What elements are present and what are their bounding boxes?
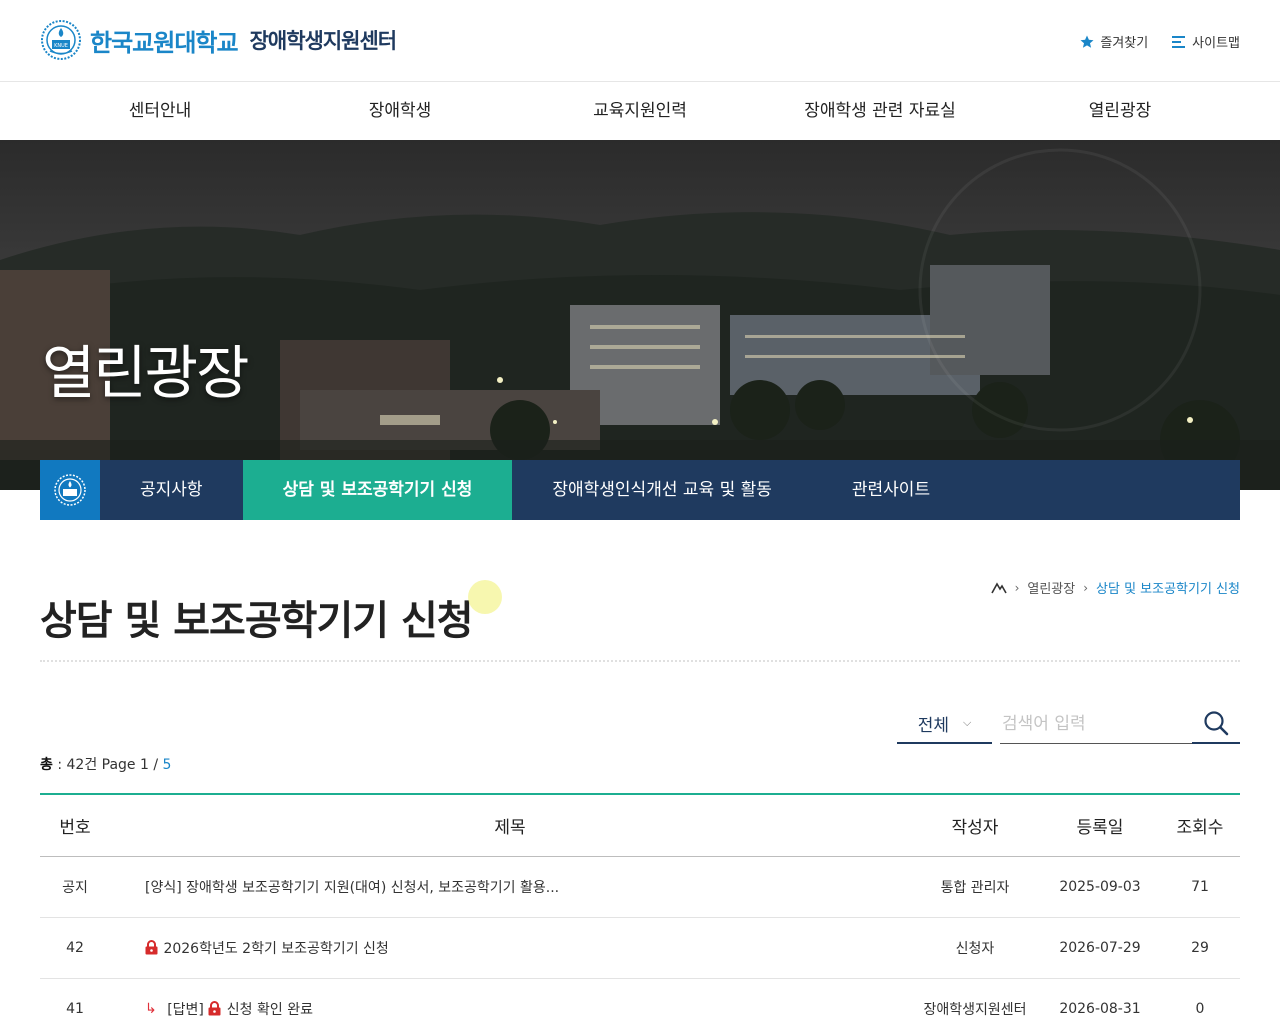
row-reply-prefix: [답변] bbox=[167, 1001, 204, 1018]
search-input[interactable] bbox=[1000, 704, 1192, 744]
total-pages: 5 bbox=[162, 757, 172, 773]
row-views: 0 bbox=[1160, 978, 1240, 1024]
breadcrumb-separator-icon: › bbox=[1014, 580, 1020, 595]
row-views: 71 bbox=[1160, 856, 1240, 918]
campus-night-image bbox=[0, 148, 1280, 490]
sitemap-label: 사이트맵 bbox=[1192, 36, 1240, 51]
header-date: 등록일 bbox=[1040, 794, 1160, 857]
emblem-text: KNUE bbox=[54, 43, 68, 49]
row-title: [양식] 장애학생 보조공학기기 지원(대여) 신청서, 보조공학기기 활용..… bbox=[145, 879, 560, 896]
gnb-item-open-plaza[interactable]: 열린광장 bbox=[1000, 82, 1240, 140]
row-views: 29 bbox=[1160, 917, 1240, 979]
utility-menu: 즐겨찾기 사이트맵 bbox=[1056, 32, 1240, 51]
search-bar: 전체 ⌵ bbox=[897, 704, 1240, 744]
subnav-home-button[interactable] bbox=[40, 460, 100, 520]
row-date: 2026-07-29 bbox=[1040, 917, 1160, 979]
page-title: 상담 및 보조공학기기 신청 bbox=[40, 598, 474, 644]
subnav-item-related-sites[interactable]: 관련사이트 bbox=[812, 460, 970, 520]
row-no: 공지 bbox=[40, 856, 110, 918]
header-views: 조회수 bbox=[1160, 794, 1240, 857]
subnav-item-counseling[interactable]: 상담 및 보조공학기기 신청 bbox=[242, 460, 513, 520]
total-value: : 42건 Page 1 / bbox=[57, 757, 159, 773]
gnb-item-disabled-students[interactable]: 장애학생 bbox=[280, 82, 520, 140]
hero-banner: 열린광장 bbox=[0, 140, 1280, 490]
total-label: 총 bbox=[40, 757, 53, 773]
row-date: 2026-08-31 bbox=[1040, 978, 1160, 1024]
row-author: 신청자 bbox=[910, 917, 1040, 979]
row-author: 장애학생지원센터 bbox=[910, 978, 1040, 1024]
university-name: 한국교원대학교 bbox=[90, 28, 239, 57]
title-divider bbox=[40, 660, 1240, 662]
site-logo[interactable]: KNUE 한국교원대학교 장애학생지원센터 bbox=[38, 18, 398, 62]
university-emblem-icon: KNUE bbox=[41, 20, 81, 60]
search-category-select[interactable]: 전체 ⌵ bbox=[897, 704, 992, 744]
lock-icon bbox=[145, 940, 158, 955]
breadcrumb: › 열린광장 › 상담 및 보조공학기기 신청 bbox=[990, 578, 1240, 597]
header-author: 작성자 bbox=[910, 794, 1040, 857]
star-icon bbox=[1080, 35, 1094, 48]
menu-icon bbox=[1172, 35, 1186, 48]
total-count: 총 : 42건 Page 1 / 5 bbox=[40, 754, 171, 774]
sub-navigation: 공지사항 상담 및 보조공학기기 신청 장애학생인식개선 교육 및 활동 관련사… bbox=[40, 460, 1240, 520]
row-author: 통합 관리자 bbox=[910, 856, 1040, 918]
table-header-row: 번호 제목 작성자 등록일 조회수 bbox=[40, 794, 1240, 857]
row-title-link[interactable]: [양식] 장애학생 보조공학기기 지원(대여) 신청서, 보조공학기기 활용..… bbox=[110, 856, 910, 918]
header-title: 제목 bbox=[110, 794, 910, 857]
search-category-value: 전체 bbox=[917, 715, 949, 736]
row-no: 41 bbox=[40, 978, 110, 1024]
gnb-item-support-staff[interactable]: 교육지원인력 bbox=[520, 82, 760, 140]
header-no: 번호 bbox=[40, 794, 110, 857]
row-title: 신청 확인 완료 bbox=[226, 1001, 313, 1018]
emblem-icon bbox=[54, 474, 86, 506]
site-header: KNUE 한국교원대학교 장애학생지원센터 즐겨찾기 사이트맵 bbox=[0, 0, 1280, 82]
row-no: 42 bbox=[40, 917, 110, 979]
home-icon[interactable] bbox=[990, 581, 1007, 594]
breadcrumb-current[interactable]: 상담 및 보조공학기기 신청 bbox=[1096, 578, 1240, 597]
favorites-link[interactable]: 즐겨찾기 bbox=[1080, 32, 1148, 51]
hero-title: 열린광장 bbox=[42, 339, 249, 407]
breadcrumb-level1[interactable]: 열린광장 bbox=[1027, 578, 1075, 597]
board-table: 번호 제목 작성자 등록일 조회수 공지 [양식] 장애학생 보조공학기기 지원… bbox=[40, 793, 1240, 1024]
subnav-item-awareness[interactable]: 장애학생인식개선 교육 및 활동 bbox=[512, 460, 812, 520]
gnb-item-resources[interactable]: 장애학생 관련 자료실 bbox=[760, 82, 1000, 140]
favorites-label: 즐겨찾기 bbox=[1100, 36, 1149, 51]
row-title-link[interactable]: 2026학년도 2학기 보조공학기기 신청 bbox=[110, 917, 910, 979]
reply-arrow-icon: ↳ bbox=[145, 1000, 157, 1017]
subnav-item-notice[interactable]: 공지사항 bbox=[100, 460, 243, 520]
row-date: 2025-09-03 bbox=[1040, 856, 1160, 918]
center-name: 장애학생지원센터 bbox=[249, 29, 398, 53]
sitemap-link[interactable]: 사이트맵 bbox=[1172, 32, 1240, 51]
table-row[interactable]: 41 ↳ [답변] 신청 확인 완료 장애학생지원센터 2026-08-31 0 bbox=[40, 978, 1240, 1024]
table-row[interactable]: 공지 [양식] 장애학생 보조공학기기 지원(대여) 신청서, 보조공학기기 활… bbox=[40, 856, 1240, 918]
row-title-link[interactable]: ↳ [답변] 신청 확인 완료 bbox=[110, 978, 910, 1024]
lock-icon bbox=[208, 1001, 221, 1016]
breadcrumb-separator-icon: › bbox=[1083, 580, 1089, 595]
table-row[interactable]: 42 2026학년도 2학기 보조공학기기 신청 신청자 2026-07-29 … bbox=[40, 917, 1240, 979]
chevron-down-icon: ⌵ bbox=[962, 716, 972, 729]
search-icon bbox=[1204, 711, 1229, 736]
mouse-cursor-highlight bbox=[468, 580, 502, 614]
search-button[interactable] bbox=[1192, 704, 1240, 744]
row-title: 2026학년도 2학기 보조공학기기 신청 bbox=[163, 940, 389, 957]
gnb-item-center-info[interactable]: 센터안내 bbox=[40, 82, 280, 140]
main-navigation: 센터안내 장애학생 교육지원인력 장애학생 관련 자료실 열린광장 bbox=[0, 82, 1280, 140]
